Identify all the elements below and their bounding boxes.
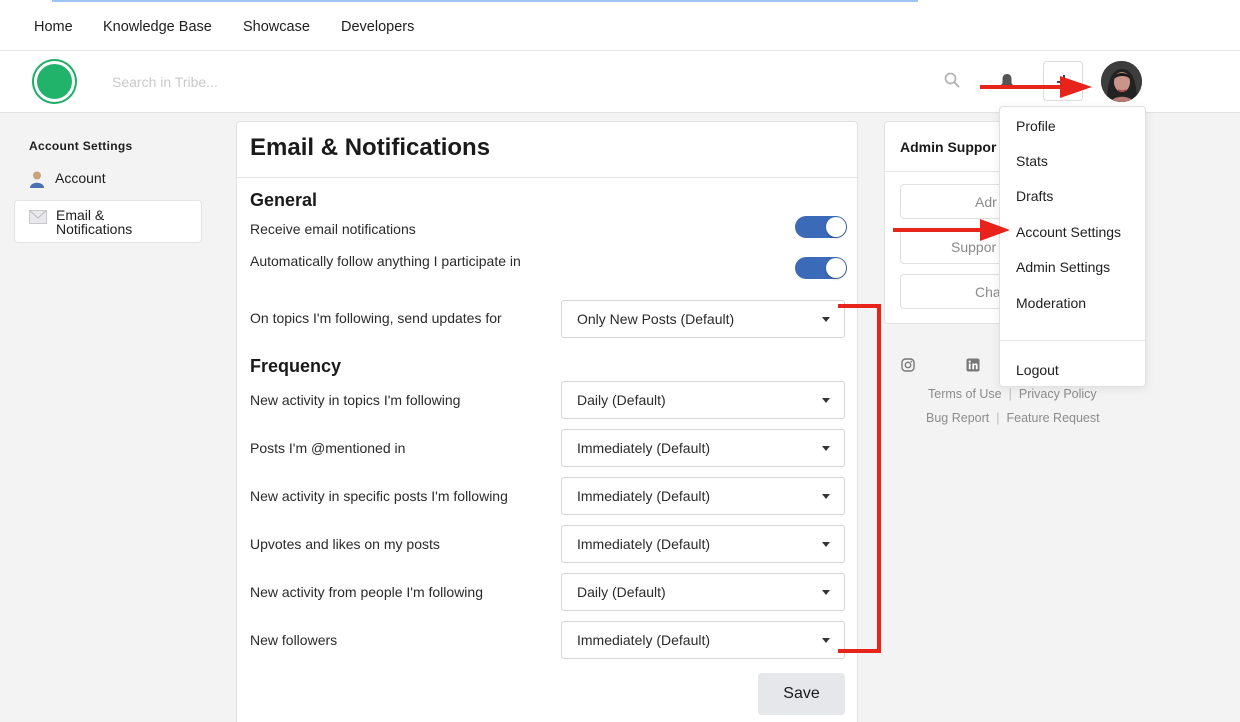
setting-label: Receive email notifications	[250, 221, 416, 237]
caret-down-icon	[822, 446, 830, 451]
caret-down-icon	[822, 638, 830, 643]
save-button[interactable]: Save	[758, 673, 845, 715]
frequency-select[interactable]: Daily (Default)	[561, 573, 845, 611]
footer-links-row-2: Bug Report | Feature Request	[926, 411, 1100, 425]
frequency-select[interactable]: Immediately (Default)	[561, 477, 845, 515]
setting-label: Posts I'm @mentioned in	[250, 440, 406, 456]
app-header	[0, 51, 1240, 113]
page-title: Email & Notifications	[250, 134, 491, 161]
caret-down-icon	[822, 542, 830, 547]
linkedin-icon[interactable]	[966, 358, 980, 372]
auto-follow-toggle[interactable]	[795, 257, 847, 279]
community-logo[interactable]	[34, 61, 75, 102]
nav-knowledge-base-link[interactable]: Knowledge Base	[103, 19, 212, 35]
setting-label: Automatically follow anything I particip…	[250, 253, 521, 269]
toggle-knob	[826, 217, 846, 237]
avatar[interactable]	[1101, 61, 1142, 102]
setting-label: New followers	[250, 632, 338, 648]
sidebar-item-email-notifications[interactable]: Email & Notifications	[14, 200, 202, 243]
caret-down-icon	[822, 494, 830, 499]
email-notifications-toggle[interactable]	[795, 216, 847, 238]
sidebar-item-label: Account	[55, 170, 106, 186]
caret-down-icon	[822, 590, 830, 595]
section-title-general: General	[250, 190, 318, 210]
menu-item-logout[interactable]: Logout	[1016, 362, 1059, 378]
setting-label: New activity in topics I'm following	[250, 392, 461, 408]
menu-item-admin-settings[interactable]: Admin Settings	[1016, 259, 1110, 275]
topic-updates-select[interactable]: Only New Posts (Default)	[561, 300, 845, 338]
privacy-policy-link[interactable]: Privacy Policy	[1019, 387, 1097, 401]
button-label: Cha	[975, 284, 1001, 300]
nav-showcase-link[interactable]: Showcase	[243, 19, 310, 35]
setting-label: New activity in specific posts I'm follo…	[250, 488, 508, 504]
search-icon[interactable]	[944, 72, 960, 88]
bell-icon[interactable]	[998, 72, 1016, 90]
frequency-select[interactable]: Immediately (Default)	[561, 429, 845, 467]
select-value: Immediately (Default)	[577, 488, 711, 504]
select-value: Immediately (Default)	[577, 632, 711, 648]
select-value: Immediately (Default)	[577, 440, 711, 456]
menu-item-moderation[interactable]: Moderation	[1016, 295, 1086, 311]
frequency-select[interactable]: Daily (Default)	[561, 381, 845, 419]
terms-of-use-link[interactable]: Terms of Use	[928, 387, 1002, 401]
sidebar-heading: Account Settings	[29, 139, 133, 153]
bug-report-link[interactable]: Bug Report	[926, 411, 989, 425]
frequency-select[interactable]: Immediately (Default)	[561, 525, 845, 563]
top-nav: Home Knowledge Base Showcase Developers	[0, 6, 1240, 51]
user-icon	[30, 171, 44, 188]
nav-home-link[interactable]: Home	[34, 19, 73, 35]
menu-item-account-settings[interactable]: Account Settings	[1016, 224, 1121, 240]
caret-down-icon	[822, 398, 830, 403]
email-notifications-card: Email & Notifications General Receive em…	[236, 121, 858, 722]
nav-developers-link[interactable]: Developers	[341, 19, 414, 35]
select-value: Immediately (Default)	[577, 536, 711, 552]
loading-bar	[52, 0, 918, 2]
toggle-knob	[826, 258, 846, 278]
search-input[interactable]	[112, 70, 712, 94]
user-dropdown-menu: Profile Stats Drafts Account Settings Ad…	[999, 106, 1146, 387]
select-value: Daily (Default)	[577, 584, 666, 600]
button-label: Suppor	[951, 239, 997, 255]
select-value: Only New Posts (Default)	[577, 311, 735, 327]
envelope-icon	[29, 210, 47, 224]
divider	[237, 177, 857, 178]
setting-label: New activity from people I'm following	[250, 584, 483, 600]
avatar-image	[1101, 61, 1142, 102]
feature-request-link[interactable]: Feature Request	[1006, 411, 1099, 425]
select-value: Daily (Default)	[577, 392, 666, 408]
setting-label: Upvotes and likes on my posts	[250, 536, 440, 552]
sidebar-item-account[interactable]: Account	[14, 164, 202, 194]
caret-down-icon	[822, 317, 830, 322]
admin-support-title: Admin Suppor	[900, 139, 997, 155]
button-label: Adr	[975, 194, 997, 210]
setting-label: On topics I'm following, send updates fo…	[250, 310, 502, 326]
sidebar-item-label: Email & Notifications	[56, 207, 133, 237]
menu-divider	[1000, 340, 1145, 341]
menu-item-profile[interactable]: Profile	[1016, 118, 1056, 134]
footer-separator: |	[996, 411, 1000, 425]
footer-links-row-1: Terms of Use | Privacy Policy	[928, 387, 1097, 401]
plus-icon	[1057, 75, 1071, 89]
footer-separator: |	[1008, 387, 1012, 401]
create-button[interactable]	[1043, 61, 1083, 101]
section-title-frequency: Frequency	[250, 356, 342, 376]
instagram-icon[interactable]	[901, 358, 915, 372]
menu-item-stats[interactable]: Stats	[1016, 153, 1048, 169]
menu-item-drafts[interactable]: Drafts	[1016, 188, 1053, 204]
frequency-select[interactable]: Immediately (Default)	[561, 621, 845, 659]
